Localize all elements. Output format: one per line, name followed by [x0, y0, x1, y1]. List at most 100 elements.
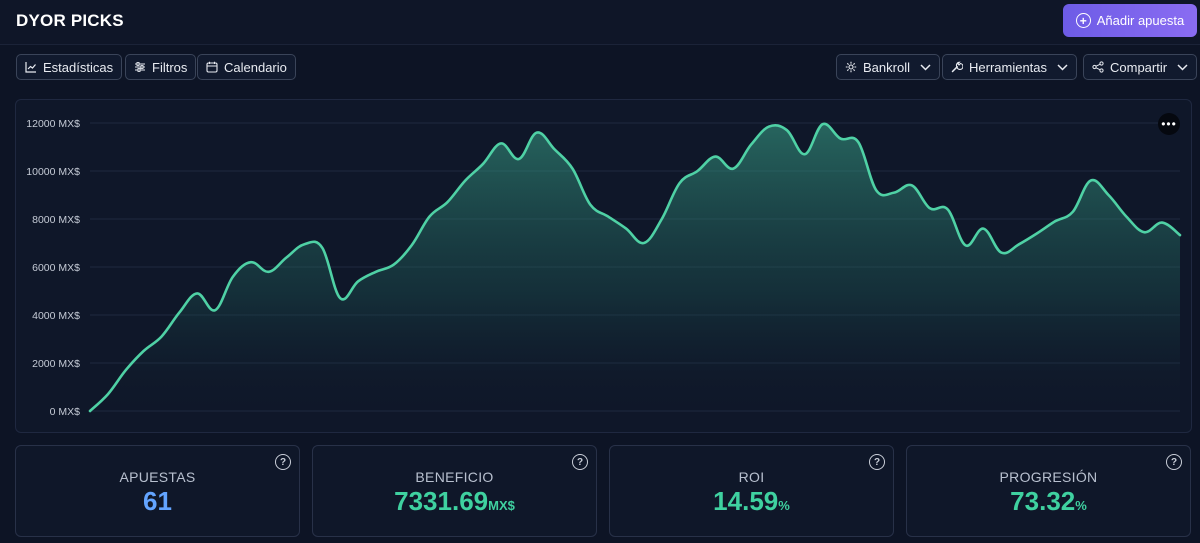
data-point[interactable]	[748, 142, 754, 148]
data-point[interactable]	[498, 140, 504, 146]
data-point[interactable]	[587, 202, 593, 208]
stat-unit: MX$	[488, 498, 515, 513]
data-point[interactable]	[677, 180, 683, 186]
data-point[interactable]	[802, 151, 808, 157]
stat-value: 73.32%	[907, 486, 1190, 517]
data-point[interactable]	[105, 391, 111, 397]
data-point[interactable]	[909, 182, 915, 188]
app-title: DYOR PICKS	[16, 11, 124, 30]
data-point[interactable]	[855, 139, 861, 145]
data-point[interactable]	[391, 262, 397, 268]
data-point[interactable]	[1034, 230, 1040, 236]
data-point[interactable]	[480, 161, 486, 167]
stat-value: 61	[16, 486, 299, 517]
data-point[interactable]	[1159, 220, 1165, 226]
data-point[interactable]	[462, 178, 468, 184]
data-point[interactable]	[891, 190, 897, 196]
data-point[interactable]	[552, 146, 558, 152]
data-point[interactable]	[123, 367, 129, 373]
data-point[interactable]	[248, 259, 254, 265]
stat-value: 14.59%	[610, 486, 893, 517]
add-bet-button[interactable]: + Añadir apuesta	[1063, 4, 1197, 37]
data-point[interactable]	[730, 166, 736, 172]
data-point[interactable]	[355, 278, 361, 284]
data-point[interactable]	[784, 127, 790, 133]
data-point[interactable]	[1052, 218, 1058, 224]
chevron-down-icon	[920, 63, 931, 71]
data-point[interactable]	[194, 290, 200, 296]
help-icon[interactable]: ?	[275, 454, 291, 470]
y-tick-label: 8000 MX$	[32, 214, 80, 226]
chart-more-button[interactable]: •••	[1158, 113, 1180, 135]
toolbar: Estadísticas Filtros Calendario Bankroll	[0, 46, 1200, 88]
data-point[interactable]	[945, 206, 951, 212]
statistics-button[interactable]: Estadísticas	[16, 54, 123, 80]
stat-number: 14.59	[713, 486, 779, 516]
data-point[interactable]	[873, 187, 879, 193]
filters-button[interactable]: Filtros	[125, 54, 197, 80]
filters-label: Filtros	[152, 59, 188, 75]
calendar-button[interactable]: Calendario	[197, 54, 296, 80]
y-tick-label: 0 MX$	[50, 406, 81, 418]
share-dropdown[interactable]: Compartir	[1083, 54, 1198, 80]
data-point[interactable]	[1088, 178, 1094, 184]
stat-card-profit: BENEFICIO 7331.69MX$ ?	[312, 445, 597, 537]
data-point[interactable]	[87, 408, 93, 414]
sliders-icon	[135, 62, 145, 72]
stat-card-progression: PROGRESIÓN 73.32% ?	[906, 445, 1191, 537]
data-point[interactable]	[284, 254, 290, 260]
data-point[interactable]	[516, 156, 522, 162]
data-point[interactable]	[409, 242, 415, 248]
help-icon[interactable]: ?	[572, 454, 588, 470]
data-point[interactable]	[998, 250, 1004, 256]
data-point[interactable]	[641, 240, 647, 246]
stat-number: 7331.69	[394, 486, 489, 516]
data-point[interactable]	[212, 307, 218, 313]
tools-dropdown[interactable]: Herramientas	[942, 54, 1078, 80]
data-point[interactable]	[444, 199, 450, 205]
data-point[interactable]	[1141, 229, 1147, 235]
data-point[interactable]	[766, 124, 772, 130]
data-point[interactable]	[373, 269, 379, 275]
statistics-label: Estadísticas	[43, 59, 114, 75]
data-point[interactable]	[319, 245, 325, 251]
bankroll-dropdown[interactable]: Bankroll	[836, 54, 940, 80]
y-tick-label: 12000 MX$	[26, 118, 80, 130]
data-point[interactable]	[980, 226, 986, 232]
data-point[interactable]	[1123, 214, 1129, 220]
y-tick-label: 2000 MX$	[32, 358, 80, 370]
data-point[interactable]	[266, 269, 272, 275]
data-point[interactable]	[176, 310, 182, 316]
help-icon[interactable]: ?	[1166, 454, 1182, 470]
data-point[interactable]	[301, 241, 307, 247]
data-point[interactable]	[141, 348, 147, 354]
help-icon[interactable]: ?	[869, 454, 885, 470]
chevron-down-icon	[1057, 63, 1068, 71]
series-area	[90, 123, 1180, 411]
data-point[interactable]	[1016, 241, 1022, 247]
data-point[interactable]	[570, 166, 576, 172]
data-point[interactable]	[1177, 232, 1183, 238]
data-point[interactable]	[159, 334, 165, 340]
data-point[interactable]	[963, 242, 969, 248]
data-point[interactable]	[230, 274, 236, 280]
stat-value: 7331.69MX$	[313, 486, 596, 517]
data-point[interactable]	[820, 121, 826, 127]
data-point[interactable]	[623, 226, 629, 232]
data-point[interactable]	[838, 136, 844, 142]
data-point[interactable]	[712, 154, 718, 160]
y-tick-label: 10000 MX$	[26, 166, 80, 178]
data-point[interactable]	[337, 295, 343, 301]
data-point[interactable]	[534, 130, 540, 136]
stat-label: PROGRESIÓN	[999, 469, 1098, 485]
data-point[interactable]	[427, 214, 433, 220]
data-point[interactable]	[1106, 192, 1112, 198]
data-point[interactable]	[1070, 209, 1076, 215]
data-point[interactable]	[605, 214, 611, 220]
stat-card-roi: ROI 14.59% ?	[609, 445, 894, 537]
data-point[interactable]	[695, 168, 701, 174]
data-point[interactable]	[927, 205, 933, 211]
stat-number: 61	[143, 486, 172, 516]
data-point[interactable]	[659, 216, 665, 222]
line-chart-icon	[25, 62, 36, 73]
